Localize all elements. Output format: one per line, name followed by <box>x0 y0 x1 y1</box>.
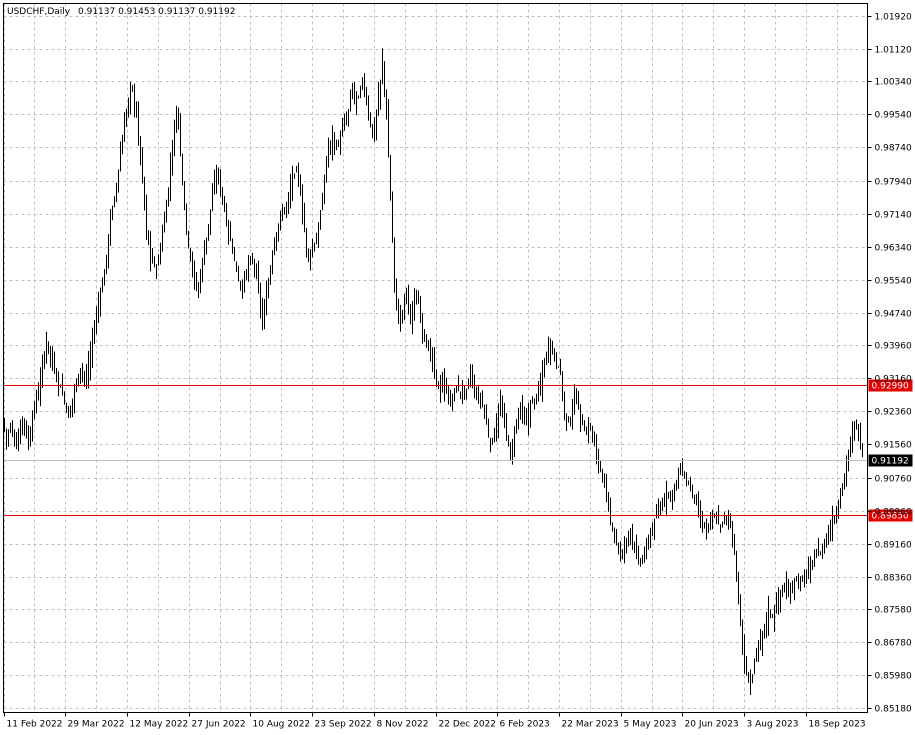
y-tick-label: 0.98740 <box>875 144 912 154</box>
y-tick-label: 0.87580 <box>875 606 912 616</box>
x-tick-label: 3 Aug 2023 <box>747 720 799 730</box>
chart-background <box>0 0 915 735</box>
x-tick-label: 10 Aug 2022 <box>253 720 311 730</box>
y-tick-label: 0.91560 <box>875 441 912 451</box>
x-tick-label: 20 Jun 2023 <box>685 720 739 730</box>
x-tick-label: 22 Dec 2022 <box>439 720 497 730</box>
ohlc-label: 0.91137 0.91453 0.91137 0.91192 <box>78 7 235 17</box>
x-tick-label: 11 Feb 2022 <box>7 720 63 730</box>
x-tick-label: 22 Mar 2023 <box>562 720 619 730</box>
y-tick-label: 0.93160 <box>875 375 912 385</box>
y-tick-label: 0.93960 <box>875 342 912 352</box>
x-tick-label: 29 Mar 2022 <box>68 720 125 730</box>
y-tick-label: 0.86780 <box>875 639 912 649</box>
y-tick-label: 0.85180 <box>875 705 912 715</box>
y-tick-label: 0.88360 <box>875 574 912 584</box>
x-tick-label: 18 Sep 2023 <box>809 720 866 730</box>
y-tick-label: 0.92360 <box>875 408 912 418</box>
y-tick-label: 0.95540 <box>875 277 912 287</box>
y-tick-label: 0.89960 <box>875 508 912 518</box>
y-tick-label: 1.01920 <box>875 13 912 23</box>
x-tick-label: 27 Jun 2022 <box>192 720 246 730</box>
symbol-label: USDCHF,Daily <box>7 7 71 17</box>
y-tick-label: 1.00340 <box>875 78 912 88</box>
price-chart[interactable]: 0.929900.898500.91192 1.019201.011201.00… <box>0 0 915 735</box>
y-tick-label: 0.90760 <box>875 475 912 485</box>
last-price-label: 0.91192 <box>872 457 909 467</box>
y-tick-label: 0.97140 <box>875 211 912 221</box>
x-tick-label: 23 Sep 2022 <box>315 720 372 730</box>
y-tick-label: 0.85980 <box>875 672 912 682</box>
y-tick-label: 0.96340 <box>875 244 912 254</box>
x-tick-label: 8 Nov 2022 <box>377 720 429 730</box>
x-tick-label: 6 Feb 2023 <box>500 720 550 730</box>
y-tick-label: 0.99540 <box>875 111 912 121</box>
y-tick-label: 0.89160 <box>875 541 912 551</box>
y-tick-label: 0.97940 <box>875 178 912 188</box>
x-tick-label: 12 May 2022 <box>130 720 189 730</box>
y-tick-label: 0.94740 <box>875 310 912 320</box>
y-tick-label: 1.01120 <box>875 46 912 56</box>
x-tick-label: 5 May 2023 <box>624 720 677 730</box>
